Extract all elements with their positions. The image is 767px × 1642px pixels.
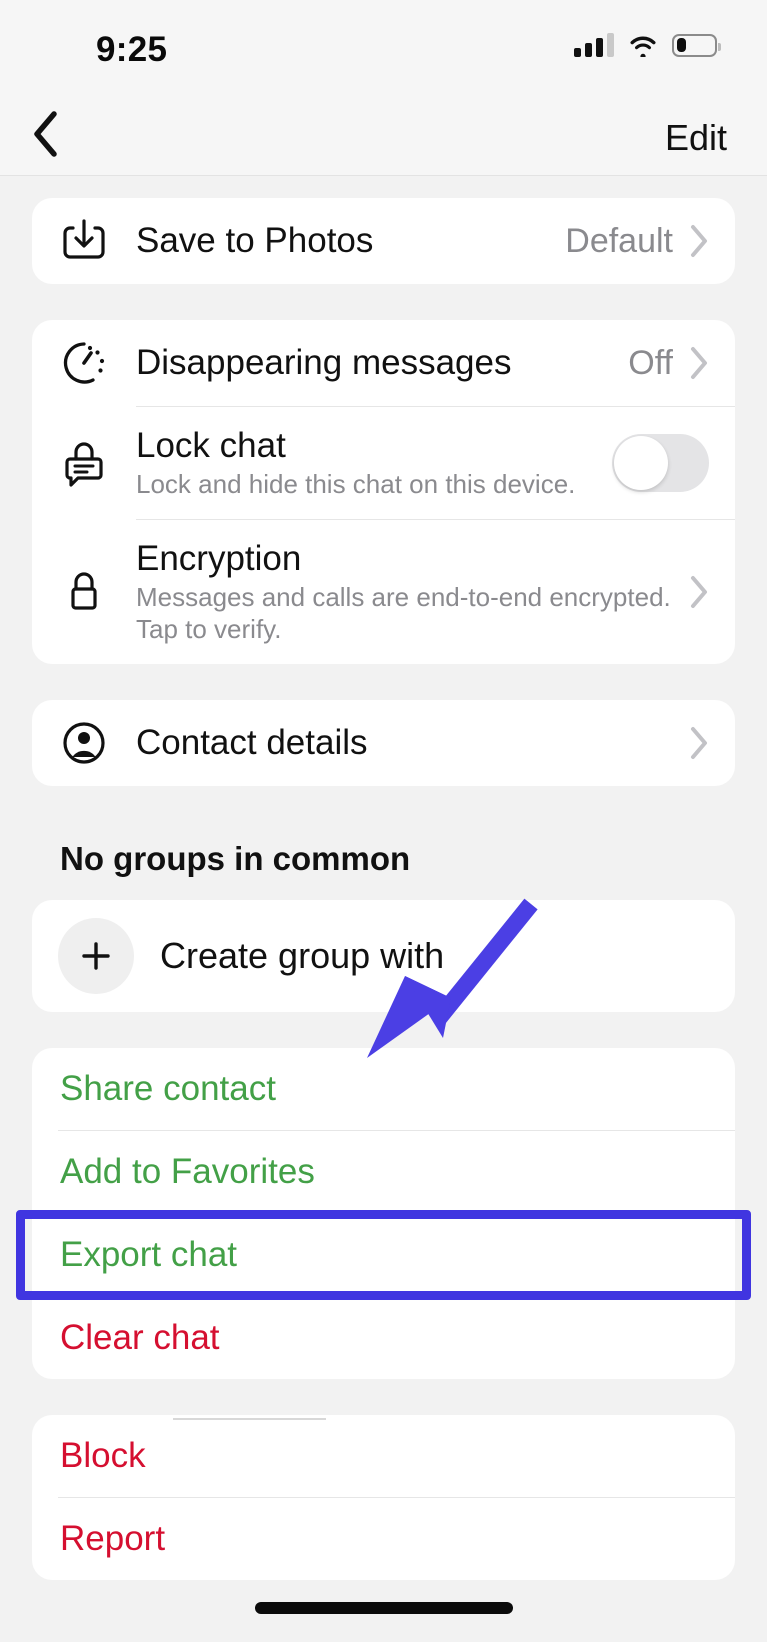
row-title: Lock chat bbox=[136, 426, 286, 465]
chat-actions-card: Share contact Add to Favorites Export ch… bbox=[32, 1047, 735, 1379]
row-encryption[interactable]: Encryption Messages and calls are end-to… bbox=[32, 520, 735, 664]
row-save-to-photos[interactable]: Save to Photos Default bbox=[32, 198, 735, 284]
encryption-lock-icon bbox=[32, 567, 136, 617]
chevron-right-icon bbox=[689, 346, 709, 380]
row-title: Create group with bbox=[160, 934, 445, 976]
create-group-icon-wrap bbox=[32, 917, 160, 994]
row-disappearing-messages[interactable]: Disappearing messages Off bbox=[32, 320, 735, 406]
battery-icon bbox=[672, 33, 721, 57]
status-bar-clock: 9:25 bbox=[96, 30, 168, 69]
media-settings-card: Save to Photos Default bbox=[32, 198, 735, 284]
row-subtitle: Messages and calls are end-to-end encryp… bbox=[136, 582, 671, 645]
action-label: Add to Favorites bbox=[60, 1151, 315, 1191]
row-export-chat[interactable]: Export chat bbox=[32, 1214, 735, 1296]
row-value: Off bbox=[628, 343, 673, 382]
artifact-line bbox=[173, 1418, 326, 1420]
action-label: Report bbox=[60, 1518, 166, 1558]
status-bar-indicators bbox=[574, 33, 721, 59]
plus-icon bbox=[58, 917, 134, 994]
row-title: Save to Photos bbox=[136, 221, 374, 261]
privacy-settings-card: Disappearing messages Off Lock chat Lock… bbox=[32, 320, 735, 664]
row-create-group-with[interactable]: Create group with bbox=[32, 900, 735, 1012]
row-labels: Create group with bbox=[160, 917, 709, 995]
groups-section-header: No groups in common bbox=[60, 839, 411, 877]
row-block[interactable]: Block bbox=[32, 1415, 735, 1497]
action-label: Clear chat bbox=[60, 1317, 220, 1357]
row-labels: Disappearing messages bbox=[136, 324, 616, 401]
row-title: Contact details bbox=[136, 723, 368, 763]
edit-button[interactable]: Edit bbox=[665, 117, 727, 159]
create-group-card: Create group with bbox=[32, 899, 735, 1012]
contact-avatar-icon bbox=[32, 719, 136, 767]
row-share-contact[interactable]: Share contact bbox=[32, 1048, 735, 1130]
row-contact-details[interactable]: Contact details bbox=[32, 700, 735, 786]
danger-actions-card: Block Report bbox=[32, 1414, 735, 1580]
row-labels: Save to Photos bbox=[136, 202, 553, 279]
row-labels: Contact details bbox=[136, 704, 673, 781]
row-report[interactable]: Report bbox=[32, 1498, 735, 1580]
home-indicator bbox=[254, 1602, 513, 1614]
row-title: Encryption bbox=[136, 539, 302, 579]
status-bar: 9:25 bbox=[0, 0, 767, 100]
row-labels: Encryption Messages and calls are end-to… bbox=[136, 520, 673, 664]
row-clear-chat[interactable]: Clear chat bbox=[32, 1297, 735, 1379]
chevron-right-icon bbox=[689, 575, 709, 609]
action-label: Share contact bbox=[60, 1068, 276, 1108]
chevron-right-icon bbox=[689, 726, 709, 760]
row-labels: Lock chat Lock and hide this chat on thi… bbox=[136, 407, 598, 519]
action-label: Export chat bbox=[60, 1234, 238, 1274]
row-value: Default bbox=[565, 221, 673, 260]
row-title: Disappearing messages bbox=[136, 343, 512, 383]
chevron-left-icon bbox=[31, 109, 61, 164]
lock-chat-icon bbox=[32, 438, 136, 488]
lock-chat-toggle[interactable] bbox=[612, 434, 709, 492]
chevron-right-icon bbox=[689, 224, 709, 258]
row-subtitle: Lock and hide this chat on this device. bbox=[136, 469, 576, 500]
save-to-photos-icon bbox=[32, 217, 136, 265]
row-lock-chat[interactable]: Lock chat Lock and hide this chat on thi… bbox=[32, 407, 735, 519]
row-add-to-favorites[interactable]: Add to Favorites bbox=[32, 1131, 735, 1213]
navigation-bar: Edit bbox=[0, 100, 767, 176]
wifi-icon bbox=[628, 34, 658, 59]
disappearing-messages-timer-icon bbox=[32, 339, 136, 387]
toggle-knob bbox=[614, 436, 668, 490]
cellular-signal-icon bbox=[574, 33, 614, 57]
settings-list: Save to Photos Default Disappearing mess… bbox=[0, 176, 767, 1580]
action-label: Block bbox=[60, 1435, 146, 1475]
contact-details-card: Contact details bbox=[32, 699, 735, 786]
phone-screen: 9:25 Edit Save to Photos Default Disappe… bbox=[0, 0, 767, 1642]
back-button[interactable] bbox=[14, 104, 78, 168]
